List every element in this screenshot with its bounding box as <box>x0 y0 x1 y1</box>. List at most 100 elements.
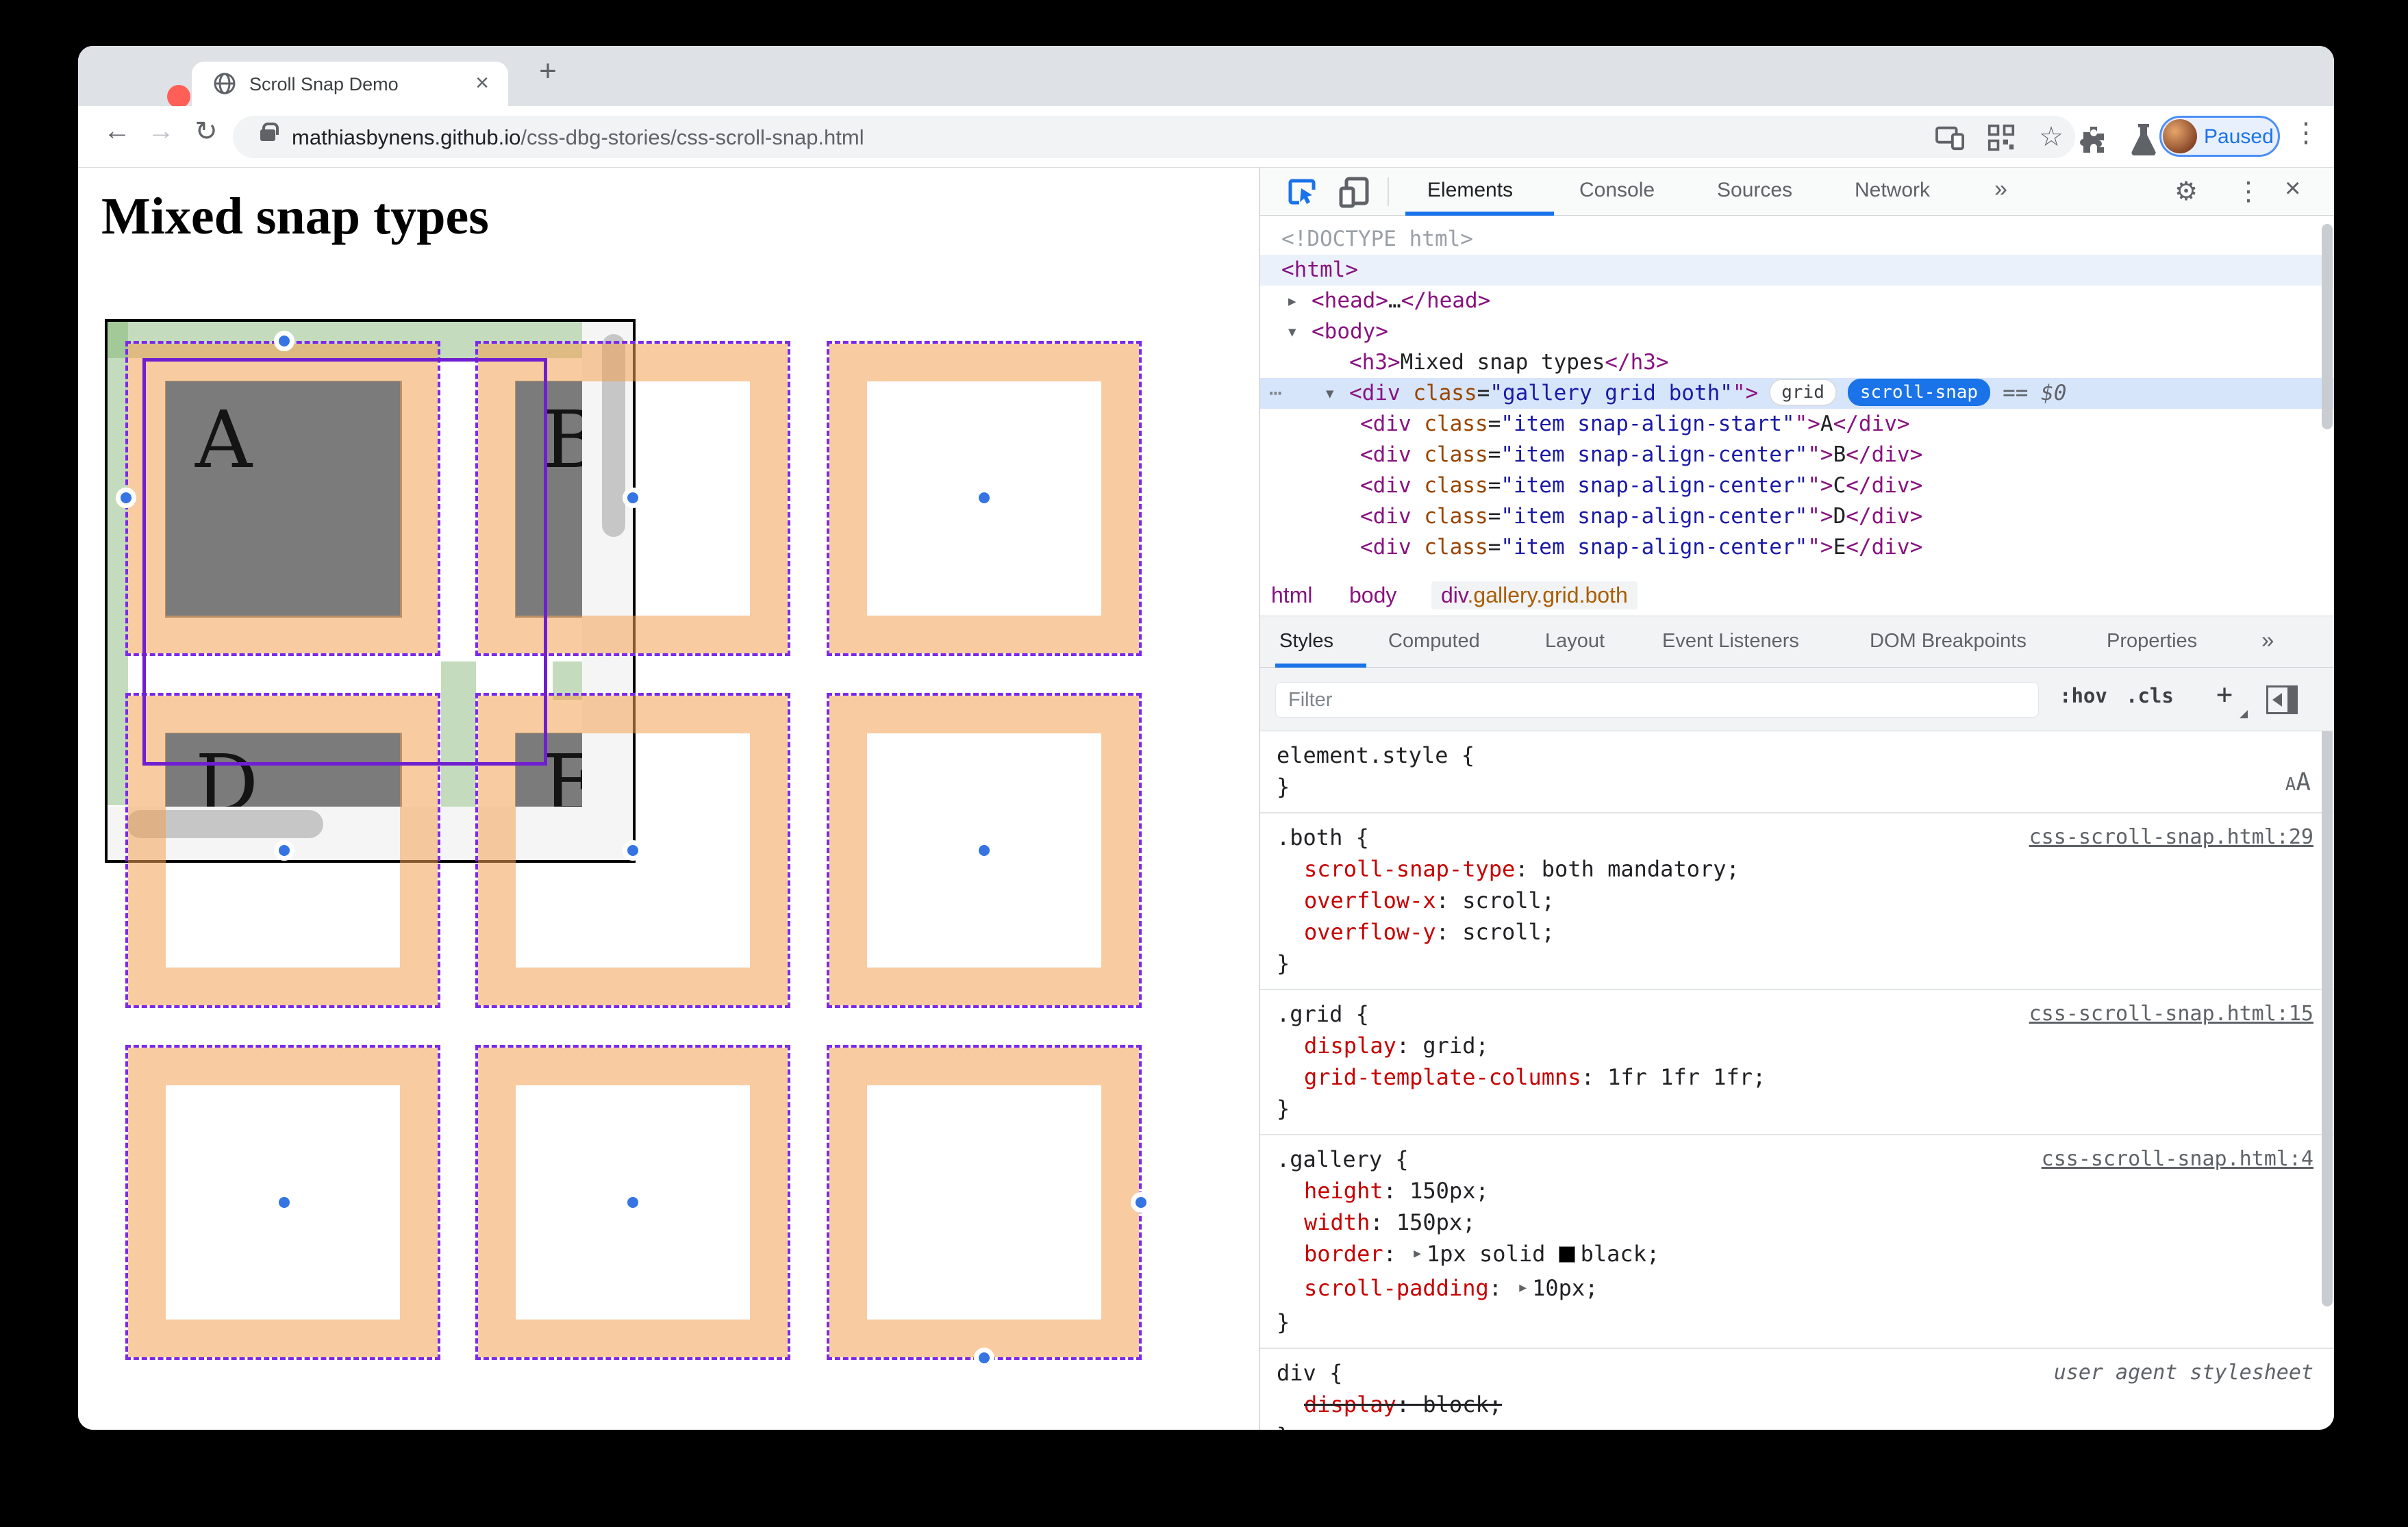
css-property-name[interactable]: width <box>1304 1209 1370 1235</box>
styles-scrollbar-thumb[interactable] <box>2322 731 2333 1307</box>
css-rule-div[interactable]: div {user agent stylesheet display: block… <box>1260 1349 2334 1430</box>
dom-row[interactable]: <div class="item snap-align-start"">A</d… <box>1260 409 2334 440</box>
dom-scrollbar-thumb[interactable] <box>2322 224 2333 429</box>
filter-input[interactable] <box>1275 682 2039 718</box>
dom-row[interactable]: <div class="item snap-align-center"">B</… <box>1260 440 2334 470</box>
stylesheet-link[interactable]: css-scroll-snap.html:15 <box>2029 998 2313 1030</box>
css-property-value[interactable]: 10px; <box>1532 1275 1598 1301</box>
css-property-value[interactable]: block; <box>1422 1391 1502 1417</box>
dom-row[interactable]: <div class="item snap-align-center"">E</… <box>1260 532 2334 563</box>
shorthand-expand-icon[interactable]: ▶ <box>1414 1238 1421 1270</box>
forward-icon[interactable]: → <box>144 116 178 147</box>
reload-icon[interactable]: ↻ <box>189 116 223 147</box>
css-selector[interactable]: element.style { <box>1277 740 2318 771</box>
sidebar-tab-computed[interactable]: Computed <box>1388 630 1480 653</box>
gallery-scroll-container[interactable]: A B D E <box>105 319 636 863</box>
lock-icon[interactable] <box>260 123 279 141</box>
inspect-element-icon[interactable] <box>1286 177 1318 207</box>
dom-row[interactable]: <div class="item snap-align-center"">C</… <box>1260 470 2334 501</box>
css-property-name[interactable]: scroll-snap-type <box>1304 856 1515 882</box>
vertical-scrollbar-thumb[interactable] <box>602 334 625 537</box>
sidebar-tab-styles[interactable]: Styles <box>1279 630 1333 653</box>
dom-row[interactable]: ⋯ ▼ <div class="gallery grid both""> grid sc… <box>1260 378 2334 409</box>
devtools-tab-sources[interactable]: Sources <box>1717 179 1792 202</box>
css-rule-both[interactable]: .both {css-scroll-snap.html:29 scroll-sna… <box>1260 813 2334 990</box>
dom-row[interactable]: ▶ <head>…</head> <box>1260 286 2334 316</box>
font-editor-icon[interactable]: AA <box>2285 767 2311 800</box>
dom-row[interactable]: <div class="item snap-align-center"">D</… <box>1260 501 2334 532</box>
scroll-snap-badge[interactable]: scroll-snap <box>1847 379 1991 406</box>
devtools-menu-kebab-icon[interactable]: ⋮ <box>2235 176 2261 207</box>
css-property[interactable]: scroll-padding: ▶ 10px; <box>1277 1272 2318 1307</box>
expand-icon[interactable]: ▶ <box>1288 286 1296 317</box>
sidebar-toggle-icon[interactable] <box>2266 685 2298 714</box>
new-tab-button[interactable]: + <box>529 54 567 88</box>
breadcrumb-item-html[interactable]: html <box>1271 583 1312 608</box>
css-property[interactable]: height: 150px; <box>1277 1175 2318 1207</box>
address-bar[interactable]: mathiasbynens.github.io/css-dbg-stories/… <box>233 116 2075 158</box>
toggle-hover-state-button[interactable]: :hov <box>2059 684 2107 707</box>
browser-menu-kebab-icon[interactable]: ⋮ <box>2289 117 2323 149</box>
devtools-tab-elements[interactable]: Elements <box>1427 179 1513 202</box>
css-property[interactable]: scroll-snap-type: both mandatory; <box>1277 853 2318 885</box>
breadcrumb-item-current[interactable]: div.gallery.grid.both <box>1431 581 1638 609</box>
browser-tab[interactable]: Scroll Snap Demo × <box>192 62 508 106</box>
css-property-name[interactable]: overflow-y <box>1304 919 1436 945</box>
css-property-value[interactable]: scroll; <box>1462 919 1555 945</box>
css-property-value[interactable]: grid; <box>1422 1033 1488 1059</box>
css-property[interactable]: grid-template-columns: 1fr 1fr 1fr; <box>1277 1061 2318 1093</box>
css-property-name[interactable]: grid-template-columns <box>1304 1064 1581 1090</box>
sidebar-tab-dom-breakpoints[interactable]: DOM Breakpoints <box>1870 630 2027 653</box>
close-devtools-icon[interactable]: × <box>2285 173 2300 204</box>
collapse-icon[interactable]: ▼ <box>1326 379 1333 409</box>
debugger-paused-button[interactable]: Paused <box>2159 116 2280 157</box>
qr-code-icon[interactable] <box>1986 124 2016 151</box>
send-to-device-icon[interactable] <box>1935 124 1966 151</box>
css-property-name[interactable]: scroll-padding <box>1304 1275 1489 1301</box>
css-rule-gallery[interactable]: .gallery {css-scroll-snap.html:4 height: … <box>1260 1135 2334 1349</box>
stylesheet-link[interactable]: css-scroll-snap.html:4 <box>2042 1144 2313 1175</box>
css-rule-elementstyle[interactable]: element.style {AA} <box>1260 731 2334 813</box>
css-property[interactable]: display: block; <box>1277 1389 2318 1420</box>
css-rule-grid[interactable]: .grid {css-scroll-snap.html:15 display: g… <box>1260 990 2334 1135</box>
css-property[interactable]: display: grid; <box>1277 1030 2318 1061</box>
css-property-name[interactable]: height <box>1304 1178 1383 1204</box>
color-swatch[interactable] <box>1558 1246 1575 1263</box>
sidebar-tab-properties[interactable]: Properties <box>2107 630 2197 653</box>
new-style-rule-button[interactable]: + <box>2216 679 2233 710</box>
css-property[interactable]: border: ▶ 1px solid black; <box>1277 1238 2318 1272</box>
tab-close-icon[interactable]: × <box>475 70 489 97</box>
dom-row[interactable]: ▼ <body> <box>1260 316 2334 347</box>
css-property-name[interactable]: display <box>1304 1033 1396 1059</box>
sidebar-tab-layout[interactable]: Layout <box>1545 630 1605 653</box>
shorthand-expand-icon[interactable]: ▶ <box>1519 1272 1527 1304</box>
css-property-value[interactable]: 150px; <box>1409 1178 1489 1204</box>
close-window-button[interactable] <box>167 85 190 108</box>
css-property[interactable]: overflow-x: scroll; <box>1277 885 2318 916</box>
back-icon[interactable]: ← <box>100 116 134 147</box>
collapse-icon[interactable]: ▼ <box>1288 317 1296 348</box>
dom-row[interactable]: <html> <box>1260 255 2334 286</box>
more-subtabs-icon[interactable]: » <box>2261 627 2274 653</box>
url-text[interactable]: mathiasbynens.github.io/css-dbg-stories/… <box>292 125 864 150</box>
css-property[interactable]: width: 150px; <box>1277 1207 2318 1238</box>
bookmark-star-icon[interactable]: ☆ <box>2034 121 2068 153</box>
more-tabs-icon[interactable]: » <box>1994 176 2007 203</box>
grid-badge[interactable]: grid <box>1769 379 1837 406</box>
beta-flask-icon[interactable] <box>2129 123 2159 155</box>
css-property-name[interactable]: border <box>1304 1241 1383 1267</box>
devtools-tab-network[interactable]: Network <box>1855 179 1930 202</box>
device-toolbar-icon[interactable] <box>1337 176 1371 209</box>
sidebar-tab-event-listeners[interactable]: Event Listeners <box>1662 630 1799 653</box>
extensions-puzzle-icon[interactable] <box>2078 124 2109 155</box>
css-property-value[interactable]: scroll; <box>1462 887 1555 913</box>
css-property-value[interactable]: black; <box>1581 1241 1660 1267</box>
css-property[interactable]: overflow-y: scroll; <box>1277 916 2318 948</box>
adorner-ellipsis-icon[interactable]: ⋯ <box>1269 378 1282 409</box>
dom-row[interactable]: <h3>Mixed snap types</h3> <box>1260 347 2334 378</box>
css-property-value[interactable]: 150px; <box>1396 1209 1476 1235</box>
stylesheet-link[interactable]: css-scroll-snap.html:29 <box>2029 822 2313 853</box>
css-property-name[interactable]: display <box>1304 1391 1396 1417</box>
breadcrumb-item-body[interactable]: body <box>1349 583 1396 608</box>
css-property-value[interactable]: 1fr 1fr 1fr; <box>1607 1064 1766 1090</box>
